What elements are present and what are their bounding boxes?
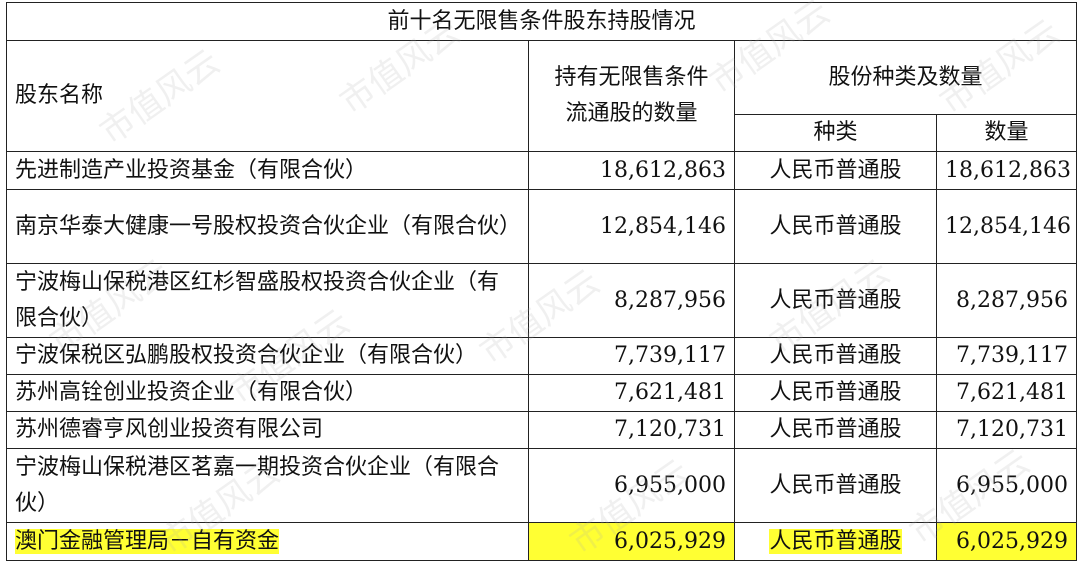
table-row: 南京华泰大健康一号股权投资合伙企业（有限合伙） 12,854,146 人民币普通… — [6, 189, 1078, 264]
type-cell: 人民币普通股 — [734, 337, 937, 375]
quantity-cell: 12,854,146 — [528, 189, 735, 264]
header-row-1: 股东名称 持有无限售条件 流通股的数量 股份种类及数量 — [6, 40, 1078, 152]
amount-cell: 6,955,000 — [935, 448, 1078, 523]
amount-cell: 7,621,481 — [935, 374, 1078, 412]
type-cell: 人民币普通股 — [734, 151, 937, 190]
type-cell: 人民币普通股 — [734, 374, 937, 412]
shareholder-name: 澳门金融管理局－自有资金 — [6, 522, 529, 561]
shareholder-name: 宁波保税区弘鹏股权投资合伙企业（有限合伙） — [6, 337, 529, 375]
shareholder-table: 前十名无限售条件股东持股情况 股东名称 持有无限售条件 流通股的数量 股份种类及… — [5, 2, 1078, 561]
shareholder-name: 苏州高铨创业投资企业（有限合伙） — [6, 374, 529, 412]
table-row: 宁波保税区弘鹏股权投资合伙企业（有限合伙） 7,739,117 人民币普通股 7… — [6, 337, 1078, 375]
amount-cell: 7,120,731 — [935, 411, 1078, 449]
type-cell: 人民币普通股 — [734, 448, 937, 523]
shareholder-name: 宁波梅山保税港区茗嘉一期投资合伙企业（有限合伙） — [6, 448, 529, 523]
header-shareholder-name: 股东名称 — [6, 40, 529, 152]
table-row: 宁波梅山保税港区茗嘉一期投资合伙企业（有限合伙） 6,955,000 人民币普通… — [6, 448, 1078, 523]
highlighted-type: 人民币普通股 — [769, 528, 902, 554]
quantity-cell: 6,025,929 — [528, 522, 735, 561]
quantity-cell: 6,955,000 — [528, 448, 735, 523]
table-row-highlighted: 澳门金融管理局－自有资金 6,025,929 人民币普通股 6,025,929 — [6, 522, 1078, 561]
amount-cell: 7,739,117 — [935, 337, 1078, 375]
header-quantity-line1: 持有无限售条件 — [554, 65, 709, 90]
type-cell: 人民币普通股 — [734, 411, 937, 449]
quantity-cell: 8,287,956 — [528, 263, 735, 338]
header-share-type-group: 股份种类及数量 — [733, 40, 1078, 115]
highlighted-shareholder-name: 澳门金融管理局－自有资金 — [15, 528, 280, 554]
table-row: 苏州德睿亨风创业投资有限公司 7,120,731 人民币普通股 7,120,73… — [6, 411, 1078, 449]
table-row: 苏州高铨创业投资企业（有限合伙） 7,621,481 人民币普通股 7,621,… — [6, 374, 1078, 412]
header-quantity-line2: 流通股的数量 — [565, 101, 698, 126]
quantity-cell: 7,739,117 — [528, 337, 735, 375]
quantity-cell: 7,621,481 — [528, 374, 735, 412]
shareholder-name: 南京华泰大健康一号股权投资合伙企业（有限合伙） — [6, 189, 529, 264]
table-title-row: 前十名无限售条件股东持股情况 — [5, 2, 1078, 41]
quantity-cell: 18,612,863 — [528, 151, 735, 190]
shareholder-name: 先进制造产业投资基金（有限合伙） — [6, 151, 529, 190]
amount-cell: 12,854,146 — [935, 189, 1078, 264]
document-page: 前十名无限售条件股东持股情况 股东名称 持有无限售条件 流通股的数量 股份种类及… — [0, 0, 1080, 562]
header-amount: 数量 — [935, 114, 1078, 152]
header-type: 种类 — [734, 114, 937, 152]
table-row: 先进制造产业投资基金（有限合伙） 18,612,863 人民币普通股 18,61… — [6, 151, 1078, 190]
amount-cell: 18,612,863 — [935, 151, 1078, 190]
header-quantity: 持有无限售条件 流通股的数量 — [528, 40, 735, 152]
type-cell: 人民币普通股 — [734, 522, 937, 561]
type-cell: 人民币普通股 — [734, 189, 937, 264]
quantity-cell: 7,120,731 — [528, 411, 735, 449]
type-cell: 人民币普通股 — [734, 263, 937, 338]
table-title: 前十名无限售条件股东持股情况 — [5, 2, 1078, 41]
amount-cell: 8,287,956 — [935, 263, 1078, 338]
amount-cell: 6,025,929 — [935, 522, 1078, 561]
shareholder-name: 宁波梅山保税港区红杉智盛股权投资合伙企业（有限合伙） — [6, 263, 529, 338]
table-row: 宁波梅山保税港区红杉智盛股权投资合伙企业（有限合伙） 8,287,956 人民币… — [6, 263, 1078, 338]
shareholder-name: 苏州德睿亨风创业投资有限公司 — [6, 411, 529, 449]
